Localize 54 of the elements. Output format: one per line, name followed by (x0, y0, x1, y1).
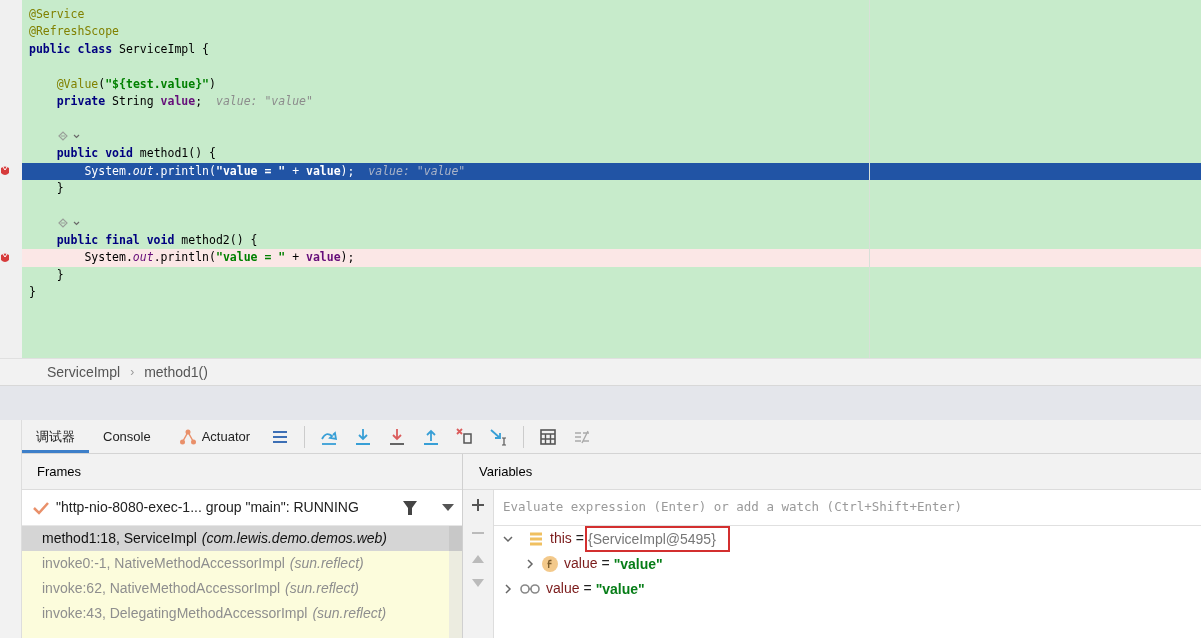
check-icon (32, 500, 50, 515)
lens-icon[interactable] (57, 130, 81, 143)
filter-icon[interactable] (402, 499, 418, 516)
debug-tab[interactable]: Actuator (164, 420, 265, 453)
code-line: public final void method2() { (55, 232, 259, 250)
dropdown-icon[interactable] (442, 503, 454, 512)
frame-package: (sun.reflect) (312, 604, 387, 623)
frame-package: (sun.reflect) (285, 579, 360, 598)
evaluate-field[interactable]: Evaluate expression (Enter) or add a watch (Ctrl+Shift+Enter) (503, 498, 1201, 517)
frame-row[interactable]: method1:18, ServiceImpl (com.lewis.demo.demos.web) (22, 526, 449, 551)
object-icon (528, 530, 544, 547)
equals-sign: = (583, 579, 592, 598)
frame-method: invoke:43, DelegatingMethodAccessorImpl (42, 604, 308, 623)
code-line: } (55, 179, 65, 197)
expand-icon[interactable] (502, 582, 514, 595)
calculator-icon[interactable] (538, 426, 559, 447)
breadcrumb-item[interactable]: ServiceImpl (47, 361, 121, 383)
variable-name: value (546, 579, 580, 598)
variable-value: "value" (594, 579, 646, 599)
code-line: public class ServiceImpl { (28, 40, 211, 58)
frame-package: (com.lewis.demo.demos.web) (201, 529, 388, 548)
equals-sign: = (575, 529, 584, 548)
frame-method: method1:18, ServiceImpl (42, 529, 197, 548)
lens-icon[interactable] (57, 217, 81, 230)
variable-value: {ServiceImpl@5495} (585, 525, 730, 552)
actuator-icon (178, 427, 197, 446)
debug-tab[interactable]: Console (89, 420, 165, 453)
frame-method: invoke:62, NativeMethodAccessorImpl (42, 579, 281, 598)
code-line: @RefreshScope (28, 23, 120, 41)
expand-icon[interactable] (524, 557, 536, 570)
add-icon[interactable] (471, 498, 485, 512)
code-line: @Value("${test.value}") (55, 75, 217, 93)
debug-tab[interactable]: 调试器 (22, 420, 89, 453)
frame-package: (sun.reflect) (289, 554, 364, 573)
code-line: @Service (28, 6, 86, 23)
thread-selector[interactable]: "http-nio-8080-exec-1... group "main": RUNNING (56, 497, 359, 518)
panel-title: Frames (37, 462, 82, 481)
frame-method: invoke0:-1, NativeMethodAccessorImpl (42, 554, 285, 573)
variable-value: "value" (612, 554, 664, 574)
code-line: } (55, 266, 65, 284)
breakpoint-icon[interactable] (0, 165, 10, 178)
glasses-icon (520, 582, 540, 595)
breadcrumb-item[interactable]: method1() (144, 361, 208, 383)
code-line: } (28, 284, 37, 302)
field-icon (542, 555, 558, 572)
variable-name: this (550, 529, 572, 548)
breakpoint-icon[interactable] (0, 252, 10, 265)
code-line: private String value; value: "value" (55, 92, 314, 110)
panel-title: Variables (479, 462, 533, 481)
scrollbar-thumb[interactable] (449, 526, 462, 551)
variable-name: value (564, 554, 598, 573)
code-line: public void method1() { (55, 145, 217, 163)
equals-sign: = (601, 554, 610, 573)
breadcrumb-separator: › (130, 364, 135, 381)
